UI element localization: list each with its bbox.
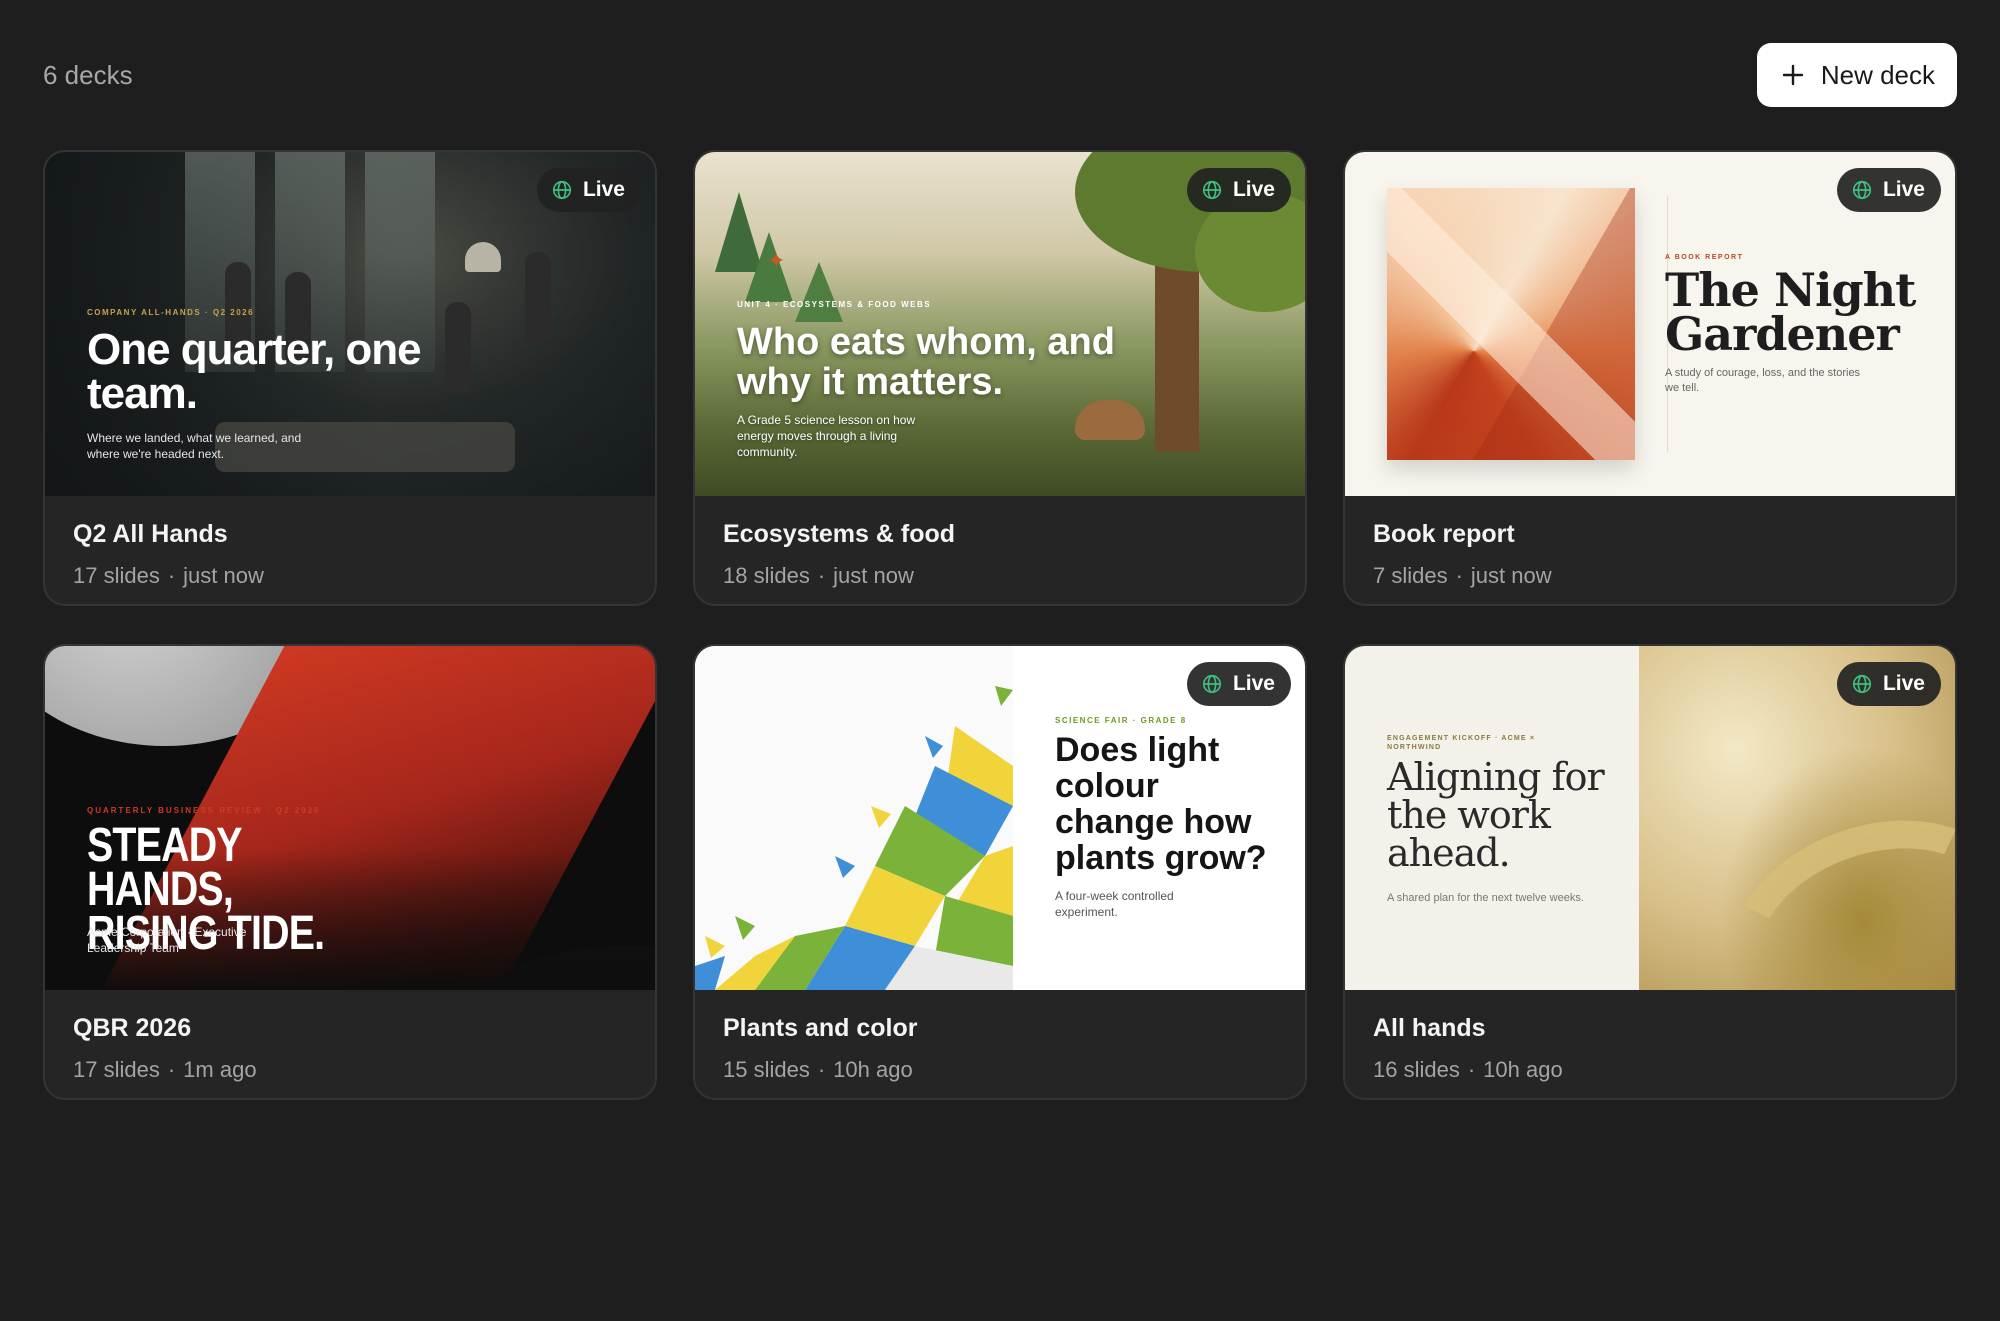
deck-thumbnail: A BOOK REPORT The Night Gardener A study… — [1345, 152, 1955, 496]
new-deck-button[interactable]: New deck — [1756, 43, 1957, 107]
deck-title: Plants and color — [723, 1014, 918, 1042]
deck-title: QBR 2026 — [73, 1014, 192, 1042]
thumbnail-overline: UNIT 4 · ECOSYSTEMS & FOOD WEBS — [737, 300, 932, 309]
deck-title: Q2 All Hands — [73, 520, 228, 548]
deck-info: Book report 7 slides · just now — [1345, 496, 1955, 604]
slide-count: 16 slides — [1373, 1057, 1460, 1082]
meta-separator: · — [167, 563, 176, 588]
slide-count: 18 slides — [723, 563, 810, 588]
live-label: Live — [582, 178, 625, 201]
deck-info: All hands 16 slides · 10h ago — [1345, 990, 1955, 1098]
live-label: Live — [1232, 672, 1275, 695]
thumbnail-artwork — [695, 686, 1013, 990]
globe-icon — [1202, 674, 1222, 694]
thumbnail-heading: Who eats whom, and why it matters. — [737, 321, 1115, 403]
thumbnail-heading: One quarter, one team. — [87, 325, 422, 418]
new-deck-label: New deck — [1820, 59, 1935, 90]
deck-thumbnail: ✦ UNIT 4 · ECOSYSTEMS & FOOD WEBS Who ea… — [695, 152, 1305, 496]
meta-separator: · — [167, 1057, 176, 1082]
deck-card[interactable]: COMPANY ALL-HANDS · Q2 2026 One quarter,… — [43, 150, 657, 606]
thumbnail-decoration — [795, 262, 843, 322]
meta-separator: · — [1455, 563, 1463, 588]
thumbnail-decoration — [1387, 188, 1635, 460]
globe-icon — [1852, 674, 1872, 694]
updated-time: 1m ago — [183, 1057, 257, 1082]
live-label: Live — [1882, 178, 1925, 201]
thumbnail-decoration — [465, 242, 501, 272]
meta-separator: · — [817, 563, 826, 588]
toolbar: 6 decks New deck — [43, 43, 1957, 107]
thumbnail-subtitle: Where we landed, what we learned, and wh… — [87, 431, 302, 461]
deck-info: Ecosystems & food 18 slides · just now — [695, 496, 1305, 604]
thumbnail-decoration: ✦ — [767, 248, 786, 273]
thumbnail-decoration — [525, 252, 551, 342]
thumbnail-decoration — [445, 302, 471, 392]
live-badge: Live — [1186, 168, 1291, 212]
globe-icon — [552, 180, 572, 200]
thumbnail-subtitle: A Grade 5 science lesson on how energy m… — [737, 413, 916, 459]
thumbnail-overline: SCIENCE FAIR · GRADE 8 — [1055, 716, 1187, 725]
live-badge: Live — [1836, 662, 1941, 706]
meta-separator: · — [1467, 1057, 1476, 1082]
deck-meta: 7 slides · just now — [1373, 563, 1927, 589]
deck-thumbnail: COMPANY ALL-HANDS · Q2 2026 One quarter,… — [45, 152, 655, 496]
deck-meta: 18 slides · just now — [723, 563, 1277, 589]
deck-title: Ecosystems & food — [723, 520, 956, 548]
deck-card[interactable]: SCIENCE FAIR · GRADE 8 Does light colour… — [693, 644, 1307, 1100]
thumbnail-subtitle: Acme Corporation · Executive Leadership … — [87, 925, 247, 955]
thumbnail-overline: A BOOK REPORT — [1665, 254, 1744, 261]
deck-meta: 16 slides · 10h ago — [1373, 1057, 1927, 1083]
plus-icon — [1782, 64, 1804, 86]
globe-icon — [1202, 180, 1222, 200]
deck-meta: 15 slides · 10h ago — [723, 1057, 1277, 1083]
deck-card[interactable]: QUARTERLY BUSINESS REVIEW · Q2 2026 STEA… — [43, 644, 657, 1100]
meta-separator: · — [817, 1057, 826, 1082]
globe-icon — [1852, 180, 1872, 200]
deck-grid: COMPANY ALL-HANDS · Q2 2026 One quarter,… — [43, 150, 1957, 1100]
deck-card[interactable]: ENGAGEMENT KICKOFF · ACME × NORTHWIND Al… — [1343, 644, 1957, 1100]
deck-meta: 17 slides · 1m ago — [73, 1057, 627, 1083]
deck-title: Book report — [1373, 520, 1515, 548]
updated-time: 10h ago — [1483, 1057, 1563, 1082]
live-label: Live — [1882, 672, 1925, 695]
live-badge: Live — [1186, 662, 1291, 706]
thumbnail-overline: COMPANY ALL-HANDS · Q2 2026 — [87, 308, 255, 317]
thumbnail-decoration — [1075, 400, 1145, 440]
slide-count: 17 slides — [73, 1057, 160, 1082]
live-badge: Live — [1836, 168, 1941, 212]
deck-thumbnail: ENGAGEMENT KICKOFF · ACME × NORTHWIND Al… — [1345, 646, 1955, 990]
deck-thumbnail: QUARTERLY BUSINESS REVIEW · Q2 2026 STEA… — [45, 646, 655, 990]
slide-count: 17 slides — [73, 563, 160, 588]
updated-time: just now — [833, 563, 914, 588]
updated-time: just now — [183, 563, 264, 588]
thumbnail-subtitle: A study of courage, loss, and the storie… — [1665, 367, 1861, 394]
deck-info: QBR 2026 17 slides · 1m ago — [45, 990, 655, 1098]
deck-meta: 17 slides · just now — [73, 563, 627, 589]
thumbnail-subtitle: A four-week controlled experiment. — [1055, 889, 1174, 919]
live-label: Live — [1232, 178, 1275, 201]
deck-info: Q2 All Hands 17 slides · just now — [45, 496, 655, 604]
thumbnail-heading: Does light colour change how plants grow… — [1055, 731, 1267, 877]
thumbnail-overline: QUARTERLY BUSINESS REVIEW · Q2 2026 — [87, 806, 321, 815]
thumbnail-subtitle: A shared plan for the next twelve weeks. — [1387, 892, 1584, 904]
deck-card[interactable]: A BOOK REPORT The Night Gardener A study… — [1343, 150, 1957, 606]
thumbnail-heading: Aligning for the work ahead. — [1387, 755, 1605, 875]
thumbnail-heading: The Night Gardener — [1665, 263, 1916, 361]
deck-info: Plants and color 15 slides · 10h ago — [695, 990, 1305, 1098]
live-badge: Live — [536, 168, 641, 212]
thumbnail-overline: ENGAGEMENT KICKOFF · ACME × NORTHWIND — [1387, 735, 1536, 751]
slide-count: 7 slides — [1373, 563, 1448, 588]
deck-thumbnail: SCIENCE FAIR · GRADE 8 Does light colour… — [695, 646, 1305, 990]
slide-count: 15 slides — [723, 1057, 810, 1082]
updated-time: 10h ago — [833, 1057, 913, 1082]
updated-time: just now — [1470, 563, 1552, 588]
deck-title: All hands — [1373, 1014, 1486, 1042]
deck-card[interactable]: ✦ UNIT 4 · ECOSYSTEMS & FOOD WEBS Who ea… — [693, 150, 1307, 606]
deck-count: 6 decks — [43, 59, 133, 90]
